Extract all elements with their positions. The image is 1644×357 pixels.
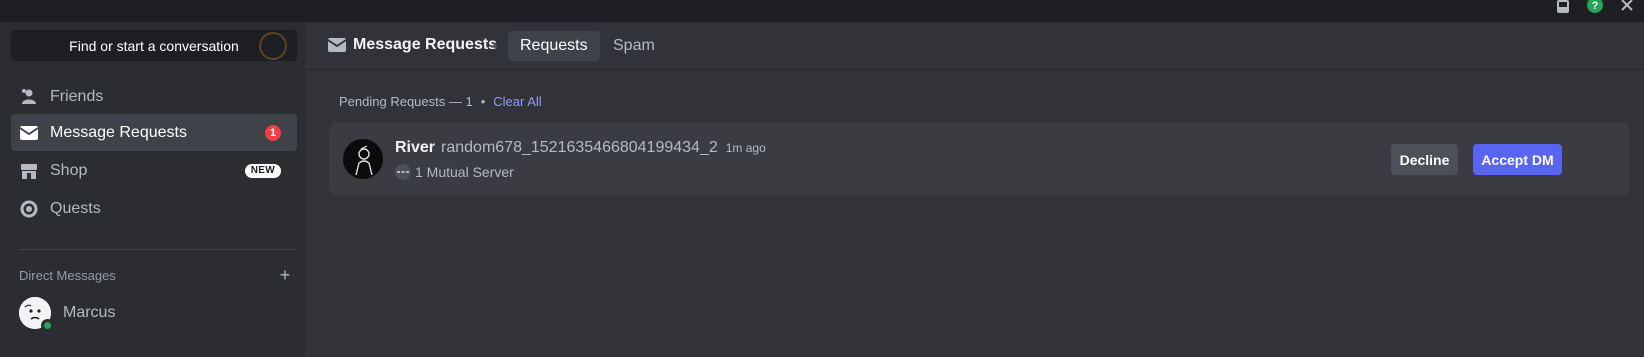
online-status-indicator bbox=[41, 319, 54, 332]
sidebar-item-shop[interactable]: Shop NEW bbox=[11, 152, 297, 189]
title-bar-actions: ? bbox=[1552, 0, 1644, 22]
request-name-line: River random678_1521635466804199434_2 1m… bbox=[395, 139, 766, 157]
accept-dm-button[interactable]: Accept DM bbox=[1473, 144, 1562, 175]
sidebar: Find or start a conversation Friends Mes… bbox=[0, 22, 305, 357]
dm-name: Marcus bbox=[63, 304, 116, 321]
server-icon bbox=[395, 164, 411, 180]
create-dm-plus-icon[interactable]: + bbox=[277, 265, 293, 285]
sidebar-item-label: Quests bbox=[50, 199, 101, 217]
direct-messages-header: Direct Messages + bbox=[19, 265, 293, 285]
search-button[interactable]: Find or start a conversation bbox=[11, 30, 297, 61]
sidebar-item-message-requests[interactable]: Message Requests 1 bbox=[11, 114, 297, 151]
sidebar-item-label: Friends bbox=[50, 87, 104, 105]
tab-label: Requests bbox=[520, 37, 588, 54]
inbox-icon[interactable] bbox=[1552, 0, 1574, 14]
sidebar-item-friends[interactable]: Friends bbox=[11, 78, 297, 115]
sidebar-item-label: Shop bbox=[50, 161, 88, 179]
accept-dm-label: Accept DM bbox=[1481, 151, 1554, 168]
loading-ring-icon bbox=[259, 32, 287, 60]
tab-spam[interactable]: Spam bbox=[601, 31, 667, 61]
shop-icon bbox=[19, 161, 39, 181]
message-request-row[interactable]: River random678_1521635466804199434_2 1m… bbox=[329, 122, 1630, 196]
pending-requests-header: Pending Requests — 1 • Clear All bbox=[339, 94, 542, 109]
clear-all-link[interactable]: Clear All bbox=[493, 94, 541, 109]
avatar bbox=[19, 297, 54, 332]
avatar bbox=[343, 139, 383, 179]
direct-messages-label: Direct Messages bbox=[19, 267, 116, 283]
quests-icon bbox=[19, 199, 39, 219]
top-bar: Message Requests Requests Spam bbox=[305, 22, 1644, 70]
bullet-separator: • bbox=[480, 94, 486, 109]
tab-requests[interactable]: Requests bbox=[508, 31, 600, 61]
envelope-icon bbox=[19, 123, 39, 143]
decline-label: Decline bbox=[1399, 151, 1450, 168]
dm-list-item[interactable]: Marcus bbox=[11, 293, 297, 333]
sidebar-item-quests[interactable]: Quests bbox=[11, 190, 297, 227]
title-separator-dot bbox=[493, 44, 497, 48]
decline-button[interactable]: Decline bbox=[1391, 144, 1458, 175]
pending-count-label: Pending Requests — 1 bbox=[339, 94, 473, 109]
search-placeholder: Find or start a conversation bbox=[69, 37, 239, 54]
sidebar-item-label: Message Requests bbox=[50, 123, 187, 141]
mutual-servers-label: 1 Mutual Server bbox=[415, 164, 514, 180]
help-icon[interactable]: ? bbox=[1584, 0, 1606, 14]
discord-app: ? Find or start a conversation Friends M… bbox=[0, 0, 1644, 357]
title-bar: ? bbox=[0, 0, 1644, 22]
sidebar-divider bbox=[19, 249, 297, 250]
svg-text:?: ? bbox=[1592, 0, 1599, 12]
page-title: Message Requests bbox=[353, 36, 498, 53]
envelope-icon bbox=[327, 37, 347, 55]
request-username: random678_1521635466804199434_2 bbox=[441, 139, 718, 156]
unread-count-badge: 1 bbox=[265, 124, 281, 141]
close-icon[interactable] bbox=[1616, 0, 1638, 14]
main-content: Message Requests Requests Spam Pending R… bbox=[305, 22, 1644, 357]
request-display-name: River bbox=[395, 139, 436, 156]
new-badge: NEW bbox=[244, 163, 281, 178]
request-timestamp: 1m ago bbox=[725, 141, 766, 155]
friends-icon bbox=[19, 87, 39, 107]
tab-label: Spam bbox=[613, 37, 655, 54]
mutual-servers: 1 Mutual Server bbox=[395, 164, 514, 180]
